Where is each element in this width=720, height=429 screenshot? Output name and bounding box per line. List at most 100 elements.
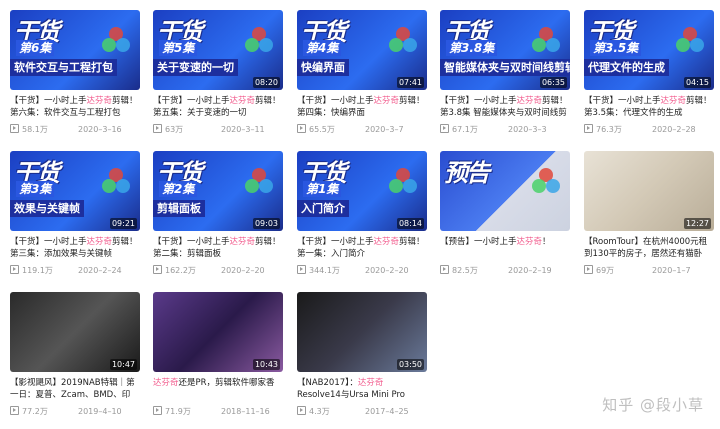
thumbnail-episode: 第3.8集 [446,40,498,56]
video-card[interactable]: 干货 第3.8集 智能媒体夹与双时间线剪辑 06:35 【干货】一小时上手达芬奇剪辑！第… [440,10,570,135]
play-count-icon [297,124,306,133]
thumbnail-subtitle: 软件交互与工程打包 [10,59,117,76]
upload-date: 2020–1–7 [652,266,691,275]
video-card[interactable]: 预告 【预告】一小时上手达芬奇！ 82.5万 2020–2–19 [440,151,570,276]
title-text: 【影视飓风】2019NAB特辑｜第一日：夏普、Zcam、BMD、印迹、 [10,378,135,400]
video-card[interactable]: 10:43 达芬奇还是PR，剪辑软件哪家香 71.9万 2018–11–16 [153,292,283,417]
title-highlight: 达芬奇 [229,237,256,247]
video-title[interactable]: 【预告】一小时上手达芬奇！ [440,236,570,260]
title-text: 【干货】一小时上手 [153,237,230,247]
view-count: 76.3万 [596,125,622,134]
resolve-logo-icon [387,26,419,58]
video-meta: 119.1万 2020–2–24 [10,265,140,276]
thumbnail-subtitle: 智能媒体夹与双时间线剪辑 [440,59,570,76]
play-count-icon [297,406,306,415]
thumbnail-episode: 第4集 [303,40,342,56]
play-count-icon [297,265,306,274]
view-count: 119.1万 [22,266,53,275]
upload-date: 2020–2–24 [78,266,122,275]
thumbnail-episode: 第3集 [16,181,55,197]
video-thumbnail[interactable]: 03:50 [297,292,427,372]
video-title[interactable]: 【干货】一小时上手达芬奇剪辑！第五集：关于变速的一切 [153,95,283,119]
video-thumbnail[interactable]: 12:27 [584,151,714,231]
video-card[interactable]: 干货 第2集 剪辑面板 09:03 【干货】一小时上手达芬奇剪辑！第二集：剪辑面板 162… [153,151,283,276]
title-highlight: 达芬奇 [516,96,543,106]
video-meta: 4.3万 2017–4–25 [297,406,427,417]
play-count-icon [153,265,162,274]
video-meta: 71.9万 2018–11–16 [153,406,283,417]
thumbnail-episode: 第5集 [159,40,198,56]
video-card[interactable]: 干货 第3集 效果与关键帧 09:21 【干货】一小时上手达芬奇剪辑！第三集：添加效果与… [10,151,140,276]
video-thumbnail[interactable]: 预告 [440,151,570,231]
video-thumbnail[interactable]: 10:43 [153,292,283,372]
duration-label: 08:20 [252,77,280,88]
video-thumbnail[interactable]: 干货 第1集 入门简介 08:14 [297,151,427,231]
resolve-logo-icon [243,167,275,199]
video-card[interactable]: 干货 第5集 关于变速的一切 08:20 【干货】一小时上手达芬奇剪辑！第五集：关于变速… [153,10,283,135]
thumbnail-subtitle: 入门简介 [297,200,349,217]
upload-date: 2020–2–28 [652,125,696,134]
video-thumbnail[interactable]: 干货 第3集 效果与关键帧 09:21 [10,151,140,231]
video-meta: 344.1万 2020–2–20 [297,265,427,276]
video-thumbnail[interactable]: 干货 第3.5集 代理文件的生成 04:15 [584,10,714,90]
video-title[interactable]: 【干货】一小时上手达芬奇剪辑！第六集：软件交互与工程打包 [10,95,140,119]
video-thumbnail[interactable]: 干货 第4集 快编界面 07:41 [297,10,427,90]
upload-date: 2019–4–10 [78,407,122,416]
thumbnail-subtitle: 效果与关键帧 [10,200,84,217]
video-card[interactable]: 干货 第6集 软件交互与工程打包【干货】一小时上手达芬奇剪辑！第六集：软件交互与工程… [10,10,140,135]
title-text: 【干货】一小时上手 [153,96,230,106]
video-title[interactable]: 【干货】一小时上手达芬奇剪辑！第三集：添加效果与关键帧 [10,236,140,260]
video-thumbnail[interactable]: 干货 第6集 软件交互与工程打包 [10,10,140,90]
thumbnail-subtitle: 关于变速的一切 [153,59,238,76]
video-thumbnail[interactable]: 干货 第2集 剪辑面板 09:03 [153,151,283,231]
duration-label: 08:14 [396,218,424,229]
watermark: 知乎 @段小草 [602,396,704,414]
play-count-icon [153,406,162,415]
video-title[interactable]: 【RoomTour】在杭州4000元租到130平的房子，居然还有猫卧室? [584,236,714,260]
upload-date: 2017–4–25 [365,407,409,416]
video-card[interactable]: 干货 第3.5集 代理文件的生成 04:15 【干货】一小时上手达芬奇剪辑！第3.5集：… [584,10,714,135]
title-highlight: 达芬奇 [516,237,543,247]
video-card[interactable]: 干货 第1集 入门简介 08:14 【干货】一小时上手达芬奇剪辑！第一集：入门简介 344… [297,151,427,276]
duration-label: 04:15 [683,77,711,88]
video-card[interactable]: 干货 第4集 快编界面 07:41 【干货】一小时上手达芬奇剪辑！第四集：快编界面 65.… [297,10,427,135]
play-count-icon [584,124,593,133]
video-grid: 干货 第6集 软件交互与工程打包【干货】一小时上手达芬奇剪辑！第六集：软件交互与工程… [0,0,720,429]
video-meta: 76.3万 2020–2–28 [584,124,714,135]
video-title[interactable]: 【干货】一小时上手达芬奇剪辑！第3.5集：代理文件的生成 [584,95,714,119]
video-card[interactable]: 03:50 【NAB2017】：达芬奇 Resolve14与Ursa Mini Pr… [297,292,427,417]
resolve-logo-icon [100,26,132,58]
video-meta: 65.5万 2020–3–7 [297,124,427,135]
video-title[interactable]: 【NAB2017】：达芬奇 Resolve14与Ursa Mini Pro [297,377,427,401]
video-title[interactable]: 【干货】一小时上手达芬奇剪辑！第四集：快编界面 [297,95,427,119]
upload-date: 2020–3–7 [365,125,404,134]
resolve-logo-icon [100,167,132,199]
upload-date: 2020–3–11 [221,125,265,134]
video-thumbnail[interactable]: 干货 第3.8集 智能媒体夹与双时间线剪辑 06:35 [440,10,570,90]
video-meta: 63万 2020–3–11 [153,124,283,135]
play-count-icon [440,265,449,274]
resolve-logo-icon [387,167,419,199]
video-title[interactable]: 【影视飓风】2019NAB特辑｜第一日：夏普、Zcam、BMD、印迹、 [10,377,140,401]
upload-date: 2020–2–20 [365,266,409,275]
play-count-icon [10,265,19,274]
video-title[interactable]: 【干货】一小时上手达芬奇剪辑！第3.8集 智能媒体夹与双时间线剪辑 [440,95,570,119]
duration-label: 06:35 [539,77,567,88]
title-highlight: 达芬奇 [660,96,687,106]
view-count: 82.5万 [452,266,478,275]
upload-date: 2018–11–16 [221,407,270,416]
title-highlight: 达芬奇 [86,96,113,106]
video-title[interactable]: 【干货】一小时上手达芬奇剪辑！第一集：入门简介 [297,236,427,260]
video-thumbnail[interactable]: 10:47 [10,292,140,372]
video-card[interactable]: 10:47 【影视飓风】2019NAB特辑｜第一日：夏普、Zcam、BMD、印迹、… [10,292,140,417]
duration-label: 12:27 [683,218,711,229]
video-thumbnail[interactable]: 干货 第5集 关于变速的一切 08:20 [153,10,283,90]
view-count: 63万 [165,125,184,134]
video-title[interactable]: 【干货】一小时上手达芬奇剪辑！第二集：剪辑面板 [153,236,283,260]
video-title[interactable]: 达芬奇还是PR，剪辑软件哪家香 [153,377,283,401]
video-card[interactable]: 12:27 【RoomTour】在杭州4000元租到130平的房子，居然还有猫卧室… [584,151,714,276]
title-text: 【干货】一小时上手 [297,237,374,247]
title-highlight: 达芬奇 [373,96,400,106]
resolve-logo-icon [530,167,562,199]
duration-label: 10:47 [109,359,137,370]
